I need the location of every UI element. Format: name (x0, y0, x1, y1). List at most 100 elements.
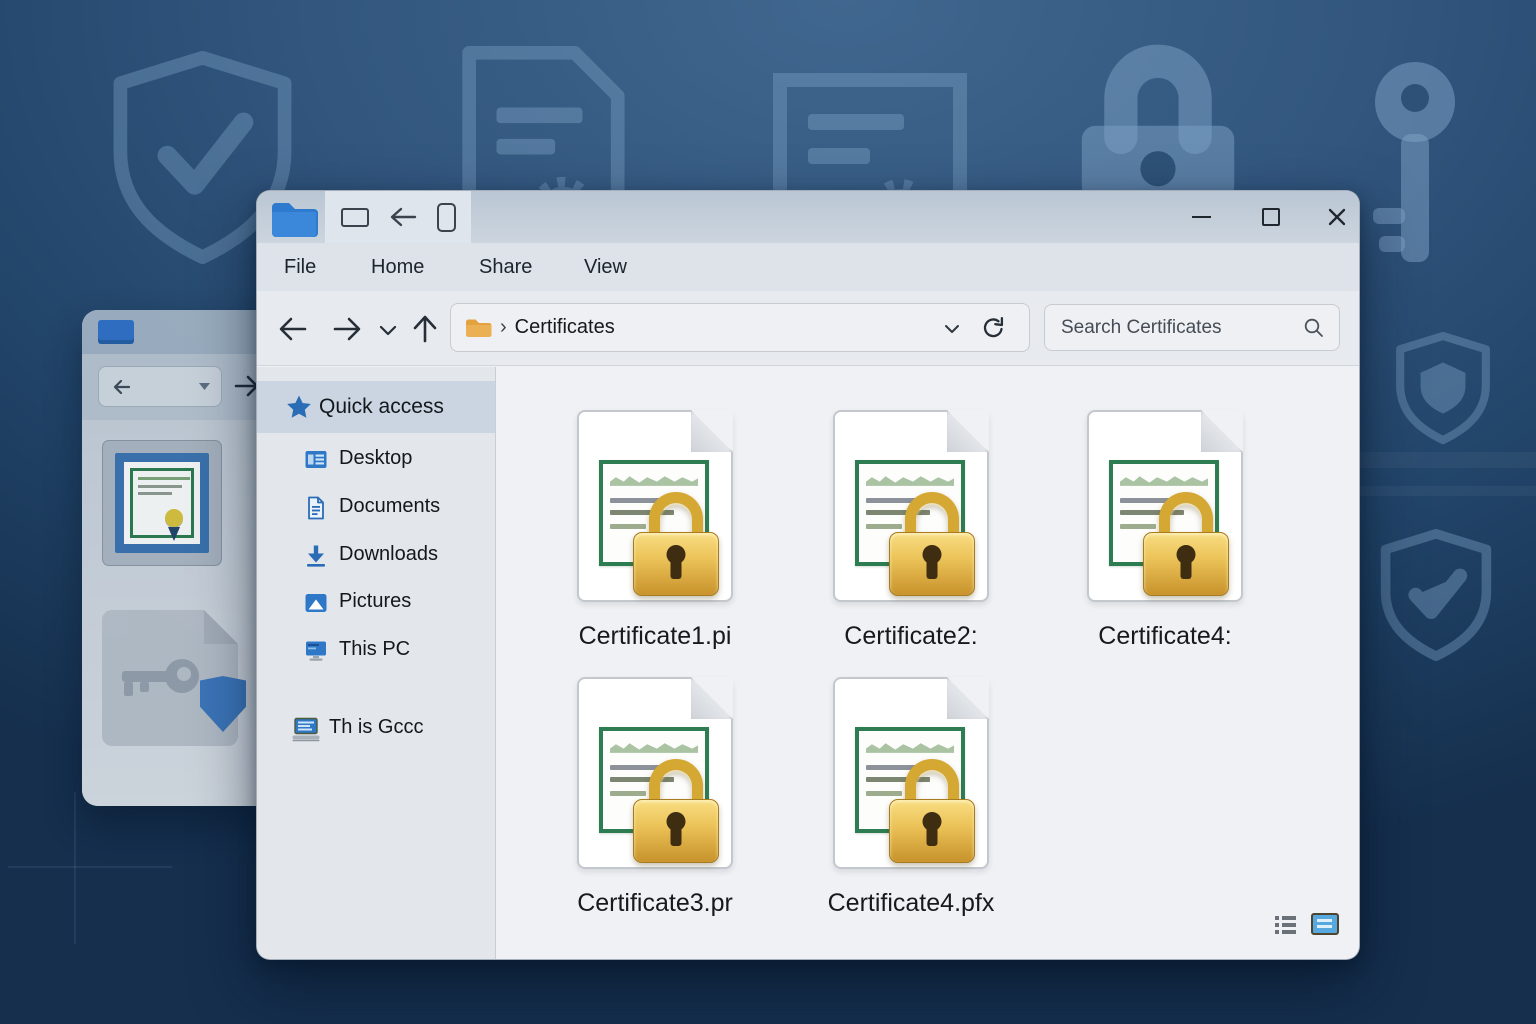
menu-file[interactable]: File (284, 243, 316, 291)
sidebar-item-this-pc[interactable]: This PC (257, 629, 495, 673)
refresh-icon[interactable] (980, 315, 1007, 342)
minimize-button[interactable] (1173, 191, 1229, 243)
padlock-icon (1060, 28, 1256, 200)
address-bar[interactable]: › Certificates (450, 303, 1030, 352)
folder-icon (465, 317, 492, 338)
sidebar-item-label: This PC (339, 638, 410, 661)
minimize-icon (1192, 216, 1211, 219)
back-arrow-icon (111, 377, 133, 397)
padlock-icon (633, 759, 719, 863)
shield-badge-icon (1392, 328, 1494, 448)
sidebar-item-label: Th is Gccc (329, 716, 423, 739)
monitor-icon (304, 639, 328, 663)
folder-icon (270, 198, 320, 238)
file-name: Certificate4: (1035, 622, 1295, 651)
forward-button[interactable] (331, 313, 363, 345)
file-certificate3[interactable]: Certificate3.pr (567, 677, 743, 927)
menu-home[interactable]: Home (371, 243, 424, 291)
certificate-frame (115, 453, 209, 553)
background-glow-bar (1356, 486, 1536, 496)
maximize-button[interactable] (1243, 191, 1299, 243)
sidebar-item-downloads[interactable]: Downloads (257, 534, 495, 578)
key-document-thumbnail (102, 610, 238, 746)
certificate-seal (165, 509, 183, 527)
file-list-panel: Certificate1.pi Certificate2: (496, 367, 1359, 959)
certificate-ribbon (168, 527, 180, 541)
certificate-file-icon (833, 677, 989, 869)
star-icon (286, 394, 312, 420)
sidebar-item-desktop[interactable]: Desktop (257, 438, 495, 482)
up-button[interactable] (409, 313, 441, 345)
file-name: Certificate2: (781, 622, 1041, 651)
breadcrumb-separator: › (500, 316, 507, 339)
certificate-file-icon (833, 410, 989, 602)
portrait-rect-icon (437, 203, 456, 232)
maximize-icon (1262, 208, 1280, 226)
back-arrow-icon (387, 206, 419, 228)
sidebar-item-documents[interactable]: Documents (257, 486, 495, 530)
key-icon (1355, 60, 1475, 270)
quick-access-label: Quick access (319, 395, 444, 419)
back-window-toolbar (82, 354, 282, 420)
recent-locations-chevron[interactable] (377, 319, 399, 341)
certificate-file-icon (1087, 410, 1243, 602)
padlock-icon (633, 492, 719, 596)
window-content: Quick access Desktop (257, 367, 1359, 959)
certificate-file-icon (577, 410, 733, 602)
breadcrumb-location[interactable]: Certificates (515, 316, 615, 339)
sidebar-item-label: Downloads (339, 543, 438, 566)
close-button[interactable] (1309, 191, 1360, 243)
sidebar-item-quick-access[interactable]: Quick access (257, 381, 495, 433)
back-window-titlebar (82, 310, 282, 354)
file-certificate2[interactable]: Certificate2: (823, 410, 999, 660)
folder-icon (98, 320, 134, 344)
search-input[interactable] (1061, 305, 1291, 350)
file-certificate1[interactable]: Certificate1.pi (567, 410, 743, 660)
rectangle-icon (341, 208, 369, 227)
background-cross-mark (8, 866, 172, 868)
key-icon (116, 654, 204, 706)
laptop-icon (291, 717, 321, 743)
tiles-view-icon[interactable] (1311, 913, 1339, 935)
certificate-paper (124, 462, 200, 544)
file-name: Certificate1.pi (525, 622, 785, 651)
file-certificate4-pfx[interactable]: Certificate4.pfx (823, 677, 999, 927)
address-dropdown-chevron[interactable] (943, 320, 961, 338)
sidebar-item-pictures[interactable]: Pictures (257, 581, 495, 625)
file-explorer-window: File Home Share View (256, 190, 1360, 960)
background-explorer-window[interactable] (82, 310, 282, 806)
chevron-down-icon (198, 382, 211, 391)
padlock-icon (1143, 492, 1229, 596)
sidebar-item-label: Pictures (339, 590, 411, 613)
padlock-icon (889, 759, 975, 863)
certificate-thumbnail (102, 440, 222, 566)
picture-icon (304, 591, 328, 615)
menu-share[interactable]: Share (479, 243, 532, 291)
menu-view[interactable]: View (584, 243, 627, 291)
shield-check-icon (1376, 520, 1496, 670)
file-name: Certificate4.pfx (781, 889, 1041, 918)
view-toggles (1275, 913, 1339, 937)
file-certificate4a[interactable]: Certificate4: (1077, 410, 1253, 660)
navigation-sidebar: Quick access Desktop (257, 367, 496, 959)
list-view-icon[interactable] (1275, 915, 1297, 935)
sidebar-item-secondary[interactable]: Th is Gccc (257, 707, 495, 751)
sidebar-item-label: Documents (339, 495, 440, 518)
file-name: Certificate3.pr (525, 889, 785, 918)
back-window-body (82, 420, 282, 806)
back-window-address-bar (98, 366, 222, 407)
download-icon (304, 544, 328, 568)
search-icon (1303, 317, 1325, 339)
document-icon (304, 496, 328, 520)
navigation-toolbar: › Certificates (257, 291, 1359, 366)
certificate-file-icon (577, 677, 733, 869)
desktop-background: File Home Share View (0, 0, 1536, 1024)
close-icon (1327, 207, 1347, 227)
background-cross-mark (74, 792, 76, 944)
titlebar[interactable] (257, 191, 1359, 243)
padlock-icon (889, 492, 975, 596)
back-button[interactable] (277, 313, 309, 345)
certificate-border (130, 468, 194, 538)
search-box[interactable] (1044, 304, 1340, 351)
menu-bar: File Home Share View (257, 243, 1359, 291)
